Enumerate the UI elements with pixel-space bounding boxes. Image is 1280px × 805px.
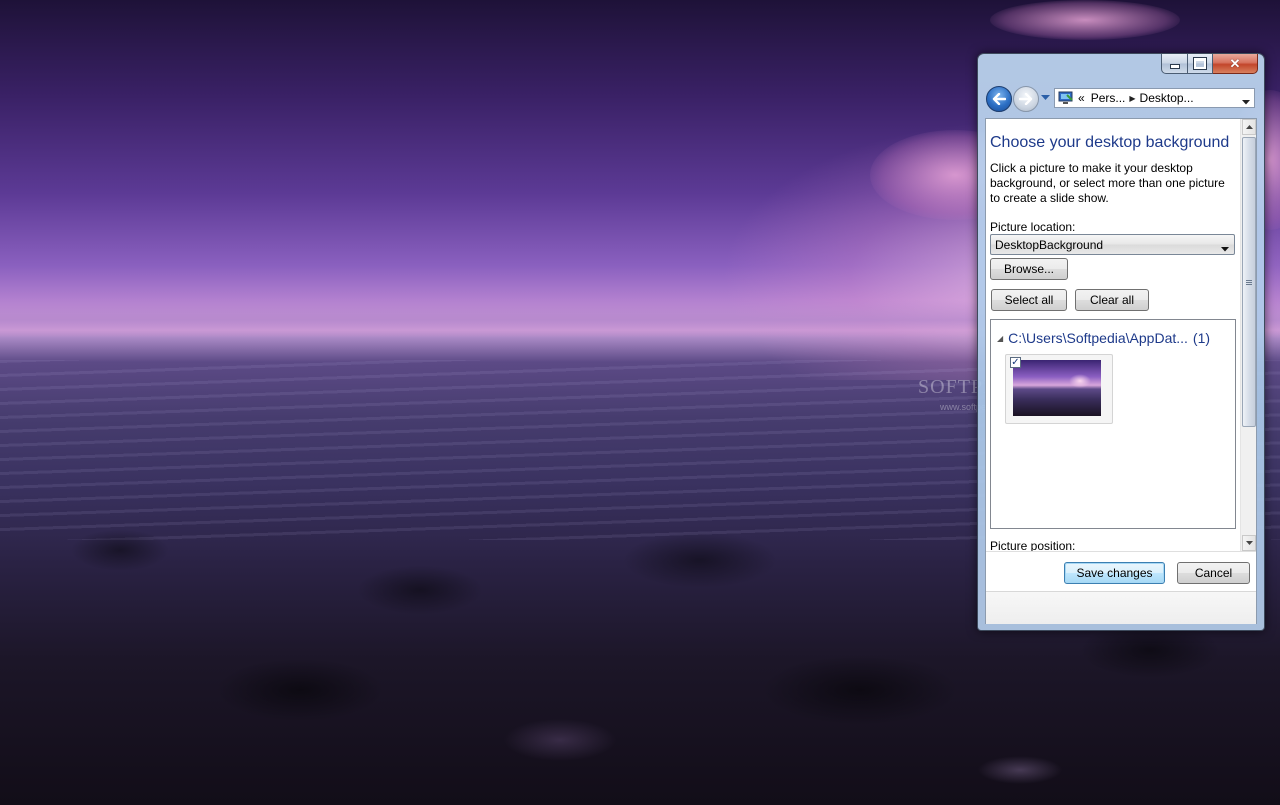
picture-location-value: DesktopBackground	[995, 237, 1104, 252]
page-description: Click a picture to make it your desktop …	[990, 161, 1225, 205]
client-area: Choose your desktop background Click a p…	[985, 118, 1257, 624]
clear-all-button[interactable]: Clear all	[1075, 289, 1149, 311]
scroll-up-button[interactable]	[1242, 119, 1256, 135]
chevron-down-icon	[1242, 100, 1250, 105]
control-panel-icon	[1058, 91, 1074, 105]
breadcrumb[interactable]: Pers...	[1091, 91, 1126, 105]
breadcrumb-arrow-icon[interactable]: ▶	[1129, 94, 1135, 103]
picture-location-select[interactable]: DesktopBackground	[990, 234, 1235, 255]
scrollbar-thumb[interactable]	[1242, 137, 1256, 427]
address-dropdown-button[interactable]	[1242, 94, 1250, 107]
chevron-down-icon	[1221, 241, 1229, 255]
thumbnail-checkbox[interactable]: ✓	[1010, 357, 1021, 368]
maximize-icon	[1193, 57, 1207, 70]
picture-list[interactable]: ◢ C:\Users\Softpedia\AppDat... (1) ✓	[990, 319, 1236, 529]
address-bar[interactable]: « Pers... ▶ Desktop...	[1054, 88, 1255, 108]
dialog-buttons: Save changes Cancel	[986, 551, 1256, 592]
forward-button[interactable]	[1013, 86, 1039, 112]
page-title: Choose your desktop background	[990, 134, 1230, 151]
minimize-button[interactable]	[1161, 54, 1188, 74]
picture-thumbnail[interactable]: ✓	[1005, 354, 1113, 424]
back-arrow-icon	[992, 93, 1006, 105]
scroll-down-button[interactable]	[1242, 535, 1256, 551]
group-path: C:\Users\Softpedia\AppDat...	[1008, 330, 1188, 346]
back-button[interactable]	[986, 86, 1012, 112]
cloud	[990, 0, 1180, 40]
picture-position-label: Picture position:	[990, 539, 1076, 551]
breadcrumb[interactable]: Desktop...	[1140, 91, 1194, 105]
chevron-down-icon	[1041, 95, 1050, 100]
thumbnail-sun	[1069, 374, 1091, 388]
chevron-down-icon	[1245, 541, 1253, 545]
close-button[interactable]: ✕	[1213, 54, 1258, 74]
collapse-triangle-icon[interactable]: ◢	[997, 334, 1003, 343]
thumbnail-image	[1013, 360, 1101, 416]
browse-button[interactable]: Browse...	[990, 258, 1068, 280]
group-count: (1)	[1192, 330, 1211, 346]
vertical-scrollbar[interactable]	[1240, 119, 1256, 551]
picture-location-label: Picture location:	[990, 220, 1076, 234]
content-pane: Choose your desktop background Click a p…	[986, 119, 1240, 551]
select-all-button[interactable]: Select all	[991, 289, 1067, 311]
maximize-button[interactable]	[1188, 54, 1213, 74]
personalization-window: ✕ « Pers... ▶ Desktop... Choose your des…	[977, 53, 1265, 631]
cancel-button[interactable]: Cancel	[1177, 562, 1250, 584]
close-icon: ✕	[1229, 55, 1241, 71]
forward-arrow-icon	[1019, 93, 1033, 105]
recent-pages-dropdown[interactable]	[1041, 93, 1050, 103]
navigation-bar: « Pers... ▶ Desktop...	[985, 85, 1257, 113]
minimize-icon	[1169, 64, 1180, 69]
address-overflow-chevron[interactable]: «	[1078, 91, 1085, 105]
chevron-up-icon	[1245, 125, 1253, 129]
caption-buttons: ✕	[1161, 54, 1258, 74]
status-strip	[986, 591, 1256, 624]
grip-icon	[1246, 281, 1252, 283]
save-changes-button[interactable]: Save changes	[1064, 562, 1165, 584]
group-header[interactable]: ◢ C:\Users\Softpedia\AppDat... (1)	[997, 330, 1233, 346]
